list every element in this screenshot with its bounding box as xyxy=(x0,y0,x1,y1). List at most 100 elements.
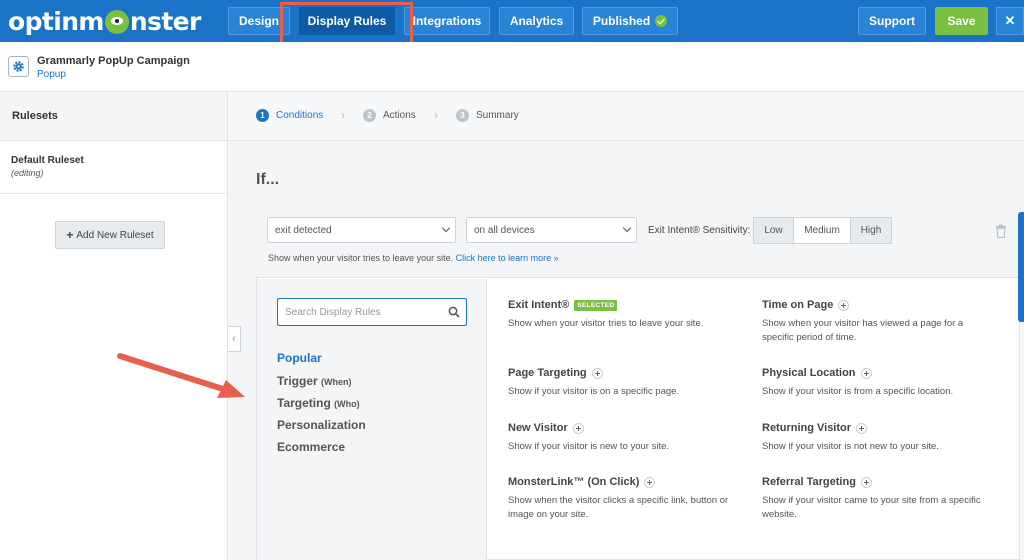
search-input[interactable] xyxy=(278,299,438,325)
trigger-select[interactable]: exit detected xyxy=(267,217,456,243)
step-label: Summary xyxy=(476,110,519,121)
category-label: Trigger xyxy=(277,374,318,388)
category-suffix: (Who) xyxy=(334,399,360,409)
campaign-settings-button[interactable] xyxy=(8,56,29,77)
rule-description: Show if your visitor is not new to your … xyxy=(762,441,939,452)
sensitivity-medium[interactable]: Medium xyxy=(793,217,851,244)
if-heading: If... xyxy=(256,171,280,188)
add-new-ruleset-button[interactable]: + Add New Ruleset xyxy=(55,221,165,249)
ruleset-item-default[interactable]: Default Ruleset (editing) xyxy=(0,141,227,194)
device-select[interactable]: on all devices xyxy=(466,217,637,243)
logo-text-start: optinm xyxy=(8,6,104,36)
category-popular[interactable]: Popular xyxy=(277,351,322,365)
support-label: Support xyxy=(869,14,915,28)
rule-title: Returning Visitor xyxy=(762,422,852,434)
sensitivity-low[interactable]: Low xyxy=(753,217,794,244)
rule-description: Show when your visitor has viewed a page… xyxy=(762,318,964,343)
save-button[interactable]: Save xyxy=(935,7,988,35)
category-targeting[interactable]: Targeting (Who) xyxy=(277,396,360,410)
tab-published[interactable]: Published xyxy=(582,7,678,35)
category-ecommerce[interactable]: Ecommerce xyxy=(277,440,345,454)
tab-analytics[interactable]: Analytics xyxy=(499,7,574,35)
chevron-down-icon xyxy=(441,223,451,233)
rule-description: Show if your visitor is new to your site… xyxy=(508,441,670,452)
step-number: 2 xyxy=(363,109,376,122)
add-rule-plus-icon[interactable] xyxy=(860,476,872,488)
tab-label: Integrations xyxy=(412,14,482,28)
monster-mascot-icon xyxy=(104,10,129,34)
device-select-value: on all devices xyxy=(474,224,535,236)
rule-description: Show if your visitor came to your site f… xyxy=(762,495,981,520)
category-label: Personalization xyxy=(277,418,366,432)
search-display-rules[interactable] xyxy=(277,298,467,326)
category-label: Targeting xyxy=(277,396,331,410)
rulesets-sidebar: Rulesets Default Ruleset (editing) + Add … xyxy=(0,92,228,560)
step-label: Conditions xyxy=(276,110,324,121)
add-rule-plus-icon[interactable] xyxy=(856,422,868,434)
add-rule-plus-icon[interactable] xyxy=(591,367,603,379)
plus-icon: + xyxy=(66,228,74,242)
step-actions[interactable]: 2 Actions xyxy=(363,109,416,122)
rule-new-visitor[interactable]: New Visitor Show if your visitor is new … xyxy=(508,422,738,454)
category-trigger[interactable]: Trigger (When) xyxy=(277,374,352,388)
category-label: Popular xyxy=(277,351,322,365)
trash-icon[interactable] xyxy=(995,224,1007,238)
segment-label: High xyxy=(860,225,882,236)
tab-label: Published xyxy=(592,14,651,28)
add-rule-plus-icon[interactable] xyxy=(644,476,656,488)
tab-label: Display Rules xyxy=(307,14,387,28)
support-button[interactable]: Support xyxy=(858,7,926,35)
tab-display-rules[interactable]: Display Rules xyxy=(299,7,395,35)
rule-monsterlink[interactable]: MonsterLink™ (On Click) Show when the vi… xyxy=(508,476,738,522)
search-icon[interactable] xyxy=(448,306,460,318)
add-rule-plus-icon[interactable] xyxy=(572,422,584,434)
rule-title: Physical Location xyxy=(762,367,856,379)
step-conditions[interactable]: 1 Conditions xyxy=(256,109,323,122)
chevron-left-icon: ‹ xyxy=(232,333,236,345)
chevron-right-icon: › xyxy=(434,108,438,122)
add-ruleset-label: Add New Ruleset xyxy=(76,229,154,241)
rulesets-heading: Rulesets xyxy=(0,92,227,141)
close-button[interactable]: ✕ xyxy=(996,7,1024,35)
condition-help: Show when your visitor tries to leave yo… xyxy=(268,253,559,263)
tab-label: Design xyxy=(238,14,279,28)
segment-label: Medium xyxy=(804,225,840,236)
tab-design[interactable]: Design xyxy=(228,7,290,35)
collapse-sidebar-button[interactable]: ‹ xyxy=(228,326,241,352)
rule-description: Show when the visitor clicks a specific … xyxy=(508,495,729,520)
rule-description: Show if your visitor is from a specific … xyxy=(762,386,954,397)
trigger-select-value: exit detected xyxy=(275,224,332,236)
rule-description: Show if your visitor is on a specific pa… xyxy=(508,386,680,397)
segment-label: Low xyxy=(764,225,783,236)
add-rule-plus-icon[interactable] xyxy=(838,299,850,311)
sensitivity-high[interactable]: High xyxy=(850,217,892,244)
top-bar: optinm nster Design Display Rules Integra… xyxy=(0,0,1024,42)
step-number: 3 xyxy=(456,109,469,122)
selected-badge: SELECTED xyxy=(574,299,618,311)
rule-referral-targeting[interactable]: Referral Targeting Show if your visitor … xyxy=(762,476,992,522)
rule-page-targeting[interactable]: Page Targeting Show if your visitor is o… xyxy=(508,367,738,399)
published-check-icon xyxy=(655,15,668,27)
rule-physical-location[interactable]: Physical Location Show if your visitor i… xyxy=(762,367,992,399)
add-rule-plus-icon[interactable] xyxy=(860,367,872,379)
category-suffix: (When) xyxy=(321,377,352,387)
campaign-header: Grammarly PopUp Campaign Popup xyxy=(0,42,1024,92)
sensitivity-label: Exit Intent® Sensitivity: xyxy=(648,225,751,236)
learn-more-link[interactable]: Click here to learn more » xyxy=(456,253,559,263)
ruleset-name: Default Ruleset xyxy=(11,155,84,166)
rule-returning-visitor[interactable]: Returning Visitor Show if your visitor i… xyxy=(762,422,992,454)
chevron-down-icon xyxy=(622,223,632,233)
rule-time-on-page[interactable]: Time on Page Show when your visitor has … xyxy=(762,299,992,345)
step-summary[interactable]: 3 Summary xyxy=(456,109,519,122)
campaign-title: Grammarly PopUp Campaign xyxy=(37,55,190,67)
tab-integrations[interactable]: Integrations xyxy=(404,7,490,35)
rule-exit-intent[interactable]: Exit Intent® SELECTED Show when your visi… xyxy=(508,299,738,331)
scrollbar-thumb[interactable] xyxy=(1018,212,1024,322)
step-number: 1 xyxy=(256,109,269,122)
help-text: Show when your visitor tries to leave yo… xyxy=(268,253,454,263)
optinmonster-logo[interactable]: optinm nster xyxy=(8,6,201,36)
category-label: Ecommerce xyxy=(277,440,346,454)
close-icon: ✕ xyxy=(1004,13,1016,28)
rule-title: MonsterLink™ (On Click) xyxy=(508,476,640,488)
category-personalization[interactable]: Personalization xyxy=(277,418,366,432)
